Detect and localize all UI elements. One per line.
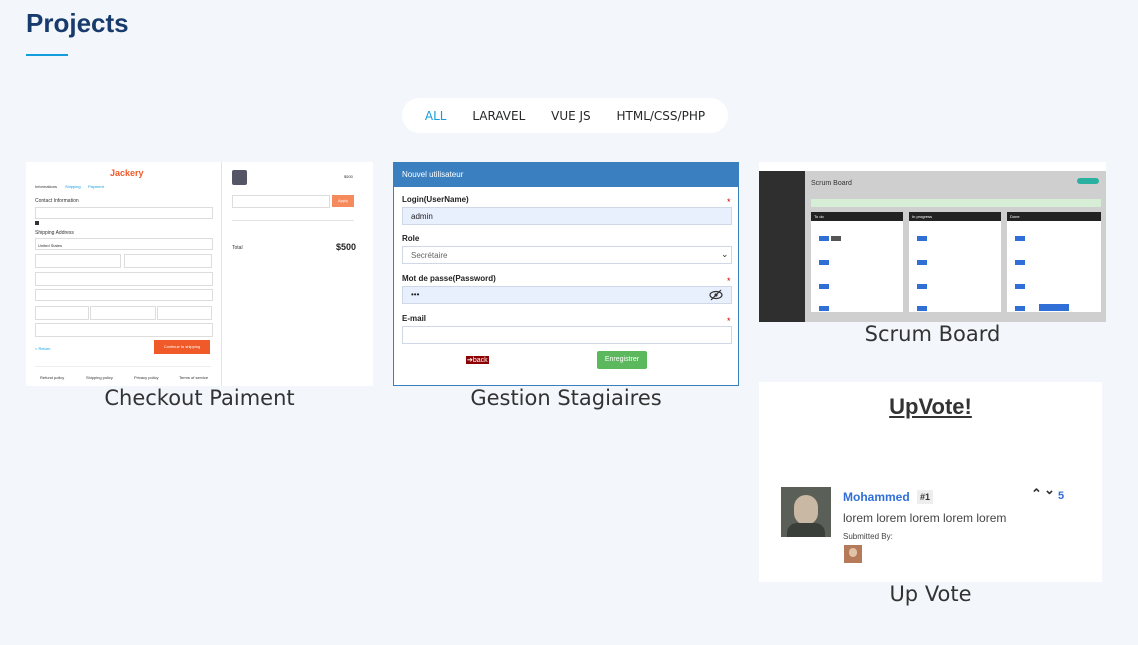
footer-terms[interactable]: Terms of service [179,375,208,380]
column-title: Done [1010,214,1020,219]
scrum-add-button[interactable] [1077,178,1099,184]
rank-badge: #1 [917,490,934,504]
filter-laravel[interactable]: LARAVEL [472,109,525,123]
form-header-title: Nouvel utilisateur [402,170,464,179]
continue-shipping-button[interactable]: Continue to shipping [154,340,210,354]
scrum-page-title: Scrum Board [811,180,852,187]
step-payment: Payment [88,184,104,189]
scrum-topbar [759,162,1106,171]
city-field[interactable] [35,306,89,320]
upvote-preview[interactable]: UpVote! Mohammed #1 ⌃ ⌄ 5 lorem lorem lo… [759,382,1102,582]
scrum-column-todo: To do [811,212,903,312]
password-input[interactable]: ••• [402,286,732,304]
scrum-column-done: Done [1007,212,1101,312]
role-value: Secrétaire [411,251,448,260]
filter-vuejs[interactable]: VUE JS [551,109,591,123]
country-value: United States [38,243,63,248]
vote-count: 5 [1058,490,1065,502]
upvote-title: UpVote! [889,394,972,419]
password-value: ••• [411,290,420,299]
login-input[interactable]: admin [402,207,732,225]
newsletter-checkbox[interactable] [35,221,39,225]
submitter-avatar [844,545,862,563]
author-avatar [781,487,831,537]
scrum-alert [811,199,1101,207]
title-underline [26,54,68,56]
project-caption: Gestion Stagiaires [470,386,662,410]
scrum-preview[interactable]: Scrum Board To do In progress Done [759,162,1106,322]
project-card-checkout[interactable]: Jackery Informations Shipping Payment Co… [26,162,373,422]
email-field[interactable] [35,207,213,219]
return-link[interactable]: < Return [35,346,50,351]
contact-heading: Contact Information [35,198,79,204]
email-label: E-mail [402,314,427,323]
country-field[interactable]: United States [35,238,213,250]
scrum-color-picker[interactable] [1039,304,1069,311]
checkout-preview[interactable]: Jackery Informations Shipping Payment Co… [26,162,373,386]
project-caption: Scrum Board [864,322,1001,346]
email-input[interactable] [402,326,732,344]
column-title: In progress [912,214,933,219]
project-card-upvote[interactable]: UpVote! Mohammed #1 ⌃ ⌄ 5 lorem lorem lo… [759,382,1102,614]
footer-refund[interactable]: Refund policy [40,375,64,380]
project-card-scrum[interactable]: Scrum Board To do In progress Done Scrum… [759,162,1106,357]
apply-button[interactable]: Apply [332,195,354,207]
total-label: Total [232,245,243,251]
last-name-field[interactable] [124,254,212,268]
login-label: Login(UserName) [402,195,469,204]
phone-field[interactable] [35,323,213,337]
filter-bar: ALL LARAVEL VUE JS HTML/CSS/PHP [402,98,728,133]
back-button[interactable]: ➔back [466,356,489,364]
downvote-arrow-icon[interactable]: ⌄ [1044,482,1055,498]
password-label: Mot de passe(Password) [402,274,496,283]
item-price: $500 [344,174,353,179]
shipping-heading: Shipping Address [35,230,74,236]
role-select[interactable]: Secrétaire ⌄ [402,246,732,264]
column-title: To do [814,214,824,219]
footer-shipping[interactable]: Shipping policy [86,375,113,380]
step-info: Informations [35,184,58,189]
form-header: Nouvel utilisateur [394,163,738,187]
address-field[interactable] [35,272,213,286]
filter-html-css-php[interactable]: HTML/CSS/PHP [616,109,705,123]
discount-field[interactable] [232,195,330,208]
zip-field[interactable] [157,306,212,320]
login-required-mark: * [727,197,731,207]
eye-slash-icon[interactable] [709,288,723,306]
jackery-logo: Jackery [110,168,144,178]
project-card-gestion[interactable]: Nouvel utilisateur Login(UserName) * adm… [393,162,739,422]
filter-all[interactable]: ALL [425,109,447,123]
subtotal-divider [232,220,354,221]
role-label: Role [402,234,420,243]
author-name[interactable]: Mohammed [843,490,910,504]
post-body: lorem lorem lorem lorem lorem [843,511,1007,525]
login-value: admin [411,212,433,221]
project-caption: Up Vote [889,582,972,606]
save-button[interactable]: Enregistrer [597,351,647,369]
project-caption: Checkout Paiment [104,386,295,410]
section-title: Projects [26,8,129,38]
upvote-arrow-icon[interactable]: ⌃ [1031,486,1042,502]
submitted-by-label: Submitted By: [843,532,893,541]
scrum-column-progress: In progress [909,212,1001,312]
chevron-down-icon: ⌄ [721,249,729,259]
product-thumbnail [232,170,247,185]
footer-privacy[interactable]: Privacy policy [134,375,158,380]
footer-divider [35,366,211,367]
apartment-field[interactable] [35,289,213,301]
total-value: $500 [336,242,357,252]
first-name-field[interactable] [35,254,121,268]
password-required-mark: * [727,276,731,286]
step-shipping: Shipping [65,184,81,189]
email-required-mark: * [727,316,731,326]
scrum-sidebar [759,171,805,322]
state-select[interactable] [90,306,156,320]
gestion-preview[interactable]: Nouvel utilisateur Login(UserName) * adm… [393,162,739,386]
summary-divider [221,162,222,386]
